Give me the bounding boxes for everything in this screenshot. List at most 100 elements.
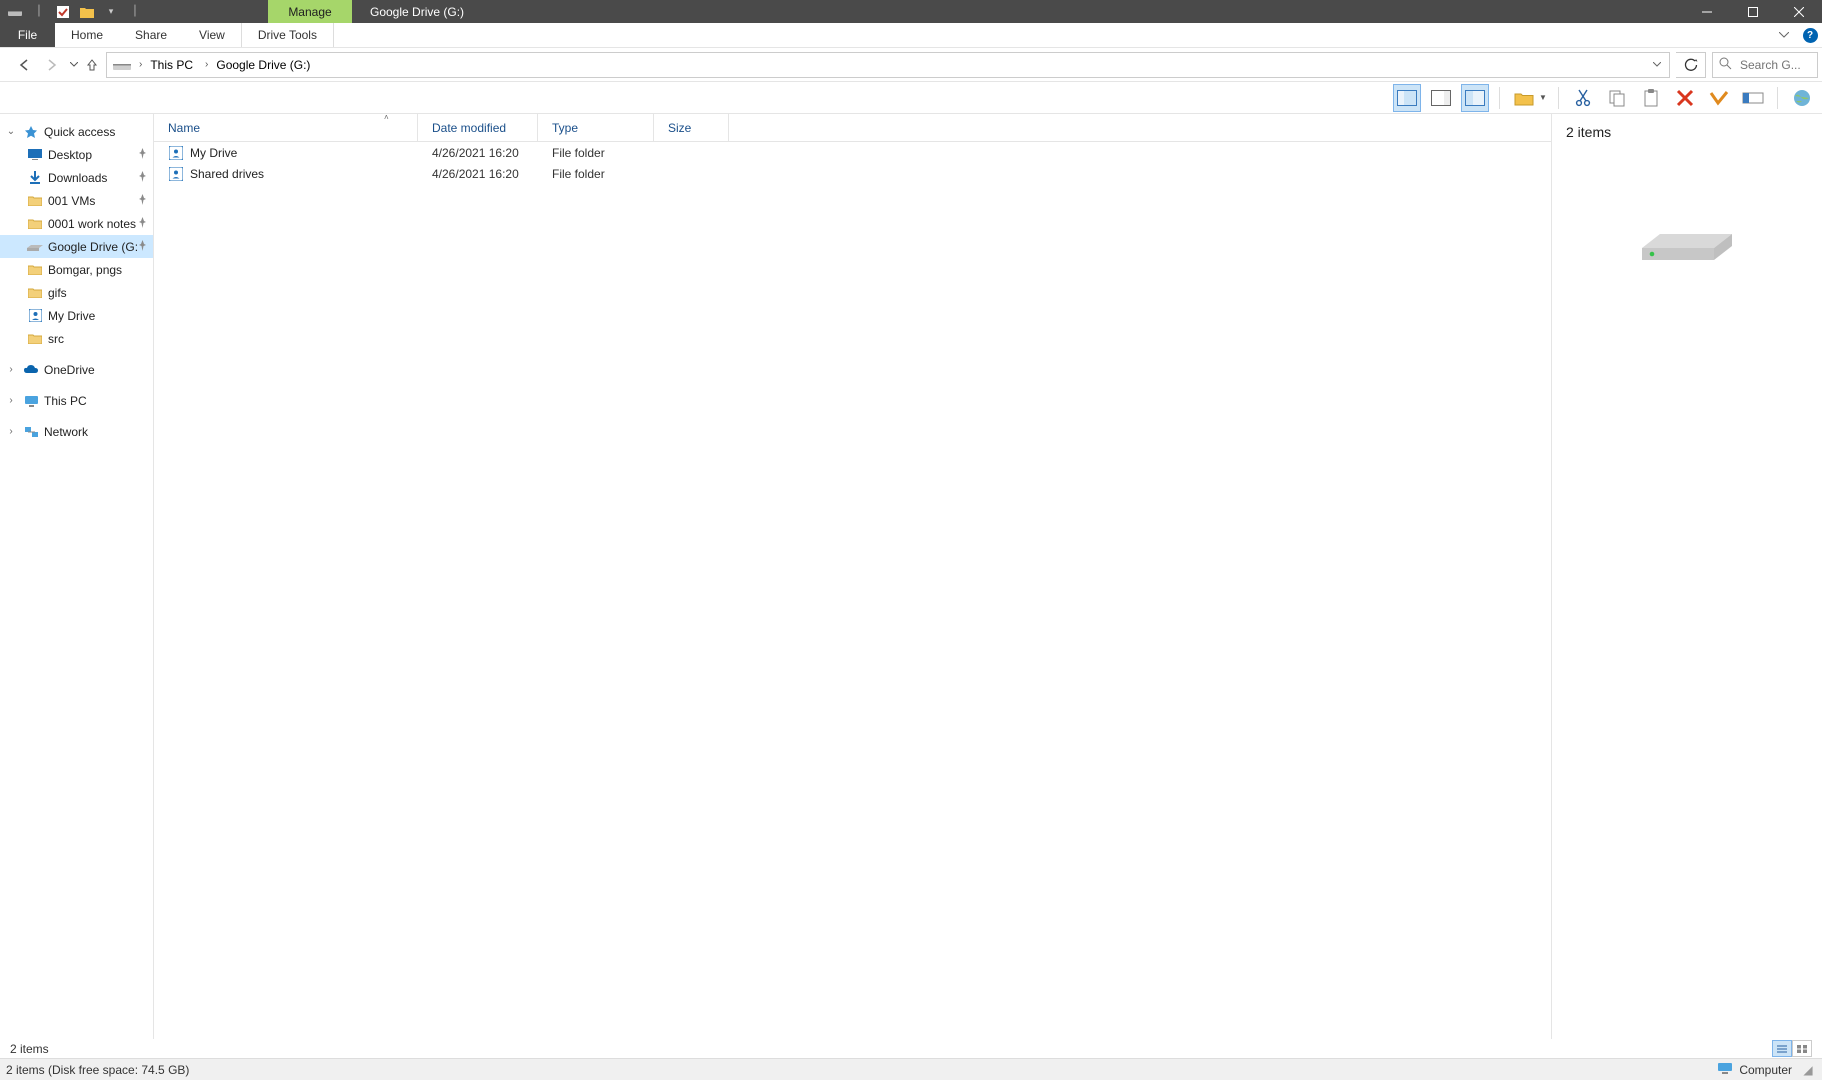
back-button[interactable]: [10, 51, 38, 79]
sidebar-item[interactable]: Bomgar, pngs: [0, 258, 153, 281]
desktop-icon: [26, 149, 44, 160]
folder-y-icon: [26, 287, 44, 298]
refresh-button[interactable]: [1676, 52, 1706, 78]
details-pane-toggle[interactable]: [1427, 84, 1455, 112]
tab-drive-tools[interactable]: Drive Tools: [242, 23, 333, 47]
status-bar: 2 items: [0, 1039, 1822, 1058]
chevron-right-icon[interactable]: ›: [133, 59, 144, 70]
navigation-tree[interactable]: ⌄ Quick access Desktop Downloads001 VMs 00…: [0, 114, 154, 1039]
undo-button[interactable]: [1739, 84, 1767, 112]
minimize-button[interactable]: [1684, 0, 1730, 23]
maximize-button[interactable]: [1730, 0, 1776, 23]
up-button[interactable]: [82, 51, 102, 79]
sidebar-item-label: Desktop: [48, 148, 92, 162]
search-box[interactable]: [1712, 52, 1818, 78]
sidebar-item[interactable]: Downloads: [0, 166, 153, 189]
column-size[interactable]: Size: [654, 114, 729, 141]
chevron-right-icon[interactable]: ›: [4, 364, 18, 375]
large-icons-view-toggle[interactable]: [1792, 1040, 1812, 1057]
table-row[interactable]: My Drive 4/26/2021 16:20File folder: [154, 142, 1551, 163]
qat-sep-icon: ⎮: [32, 5, 46, 19]
file-date: 4/26/2021 16:20: [418, 146, 538, 160]
expand-ribbon-button[interactable]: [1770, 23, 1798, 47]
file-name: My Drive: [190, 146, 237, 160]
sidebar-item[interactable]: My Drive: [0, 304, 153, 327]
folder-y-icon: [26, 218, 44, 229]
forward-button[interactable]: [38, 51, 66, 79]
contextual-tab-label[interactable]: Manage: [268, 0, 352, 23]
qat-customize-icon[interactable]: ▾: [104, 5, 118, 19]
pin-icon: [138, 148, 147, 162]
downloads-icon: [26, 171, 44, 184]
ribbon-tabs: File Home Share View Drive Tools ?: [0, 23, 1822, 47]
tab-share[interactable]: Share: [119, 23, 183, 47]
column-type[interactable]: Type: [538, 114, 654, 141]
tree-onedrive[interactable]: › OneDrive: [0, 358, 153, 381]
column-name[interactable]: Name ˄: [154, 114, 418, 141]
address-dropdown-button[interactable]: [1647, 62, 1667, 67]
file-list: Name ˄ Date modified Type Size My Drive 4…: [154, 114, 1552, 1039]
preview-pane-toggle[interactable]: [1393, 84, 1421, 112]
sidebar-item[interactable]: 0001 work notes: [0, 212, 153, 235]
tab-home[interactable]: Home: [55, 23, 119, 47]
copy-button[interactable]: [1603, 84, 1631, 112]
new-folder-button[interactable]: [1510, 84, 1538, 112]
file-name: Shared drives: [190, 167, 264, 181]
new-folder-icon[interactable]: [80, 5, 94, 19]
properties-icon[interactable]: [56, 5, 70, 19]
chevron-right-icon[interactable]: ›: [4, 426, 18, 437]
new-folder-dropdown[interactable]: ▼: [1538, 93, 1548, 102]
pin-icon: [138, 217, 147, 231]
details-view-toggle[interactable]: [1772, 1040, 1792, 1057]
column-date-modified[interactable]: Date modified: [418, 114, 538, 141]
tree-network[interactable]: › Network: [0, 420, 153, 443]
breadcrumb-this-pc[interactable]: This PC: [144, 53, 199, 77]
recent-locations-button[interactable]: [66, 51, 82, 79]
tree-quick-access[interactable]: ⌄ Quick access: [0, 120, 153, 143]
sidebar-item[interactable]: Google Drive (G:: [0, 235, 153, 258]
cloud-icon: [22, 364, 40, 375]
help-icon: ?: [1803, 28, 1818, 43]
sidebar-item-label: 0001 work notes: [48, 217, 136, 231]
chevron-right-icon[interactable]: ›: [4, 395, 18, 406]
location-indicator[interactable]: Computer: [1709, 1062, 1800, 1077]
rename-button[interactable]: [1705, 84, 1733, 112]
details-pane: 2 items: [1552, 114, 1822, 1039]
tree-label: This PC: [44, 394, 87, 408]
file-type: File folder: [538, 146, 654, 160]
disk-free-space-text: 2 items (Disk free space: 74.5 GB): [6, 1063, 189, 1077]
sidebar-item[interactable]: src: [0, 327, 153, 350]
sidebar-item[interactable]: Desktop: [0, 143, 153, 166]
sidebar-item[interactable]: gifs: [0, 281, 153, 304]
chevron-right-icon[interactable]: ›: [199, 59, 210, 70]
folder-y-icon: [26, 264, 44, 275]
close-button[interactable]: [1776, 0, 1822, 23]
cut-button[interactable]: [1569, 84, 1597, 112]
help-button[interactable]: ?: [1798, 23, 1822, 47]
tab-view[interactable]: View: [183, 23, 241, 47]
file-date: 4/26/2021 16:20: [418, 167, 538, 181]
table-row[interactable]: Shared drives 4/26/2021 16:20File folder: [154, 163, 1551, 184]
sidebar-item-label: src: [48, 332, 64, 346]
globe-icon[interactable]: [1788, 84, 1816, 112]
window-title: Google Drive (G:): [352, 0, 482, 23]
file-tab[interactable]: File: [0, 23, 55, 47]
delete-button[interactable]: [1671, 84, 1699, 112]
tree-this-pc[interactable]: › This PC: [0, 389, 153, 412]
command-bar: ▼: [0, 81, 1822, 113]
computer-icon: [22, 395, 40, 407]
gd-blue-icon: [26, 309, 44, 322]
breadcrumb-current[interactable]: Google Drive (G:): [210, 53, 316, 77]
search-input[interactable]: [1740, 58, 1811, 72]
tree-label: Network: [44, 425, 88, 439]
address-bar[interactable]: › This PC › Google Drive (G:): [106, 52, 1670, 78]
sidebar-item-label: gifs: [48, 286, 67, 300]
file-type: File folder: [538, 167, 654, 181]
star-icon: [22, 125, 40, 139]
navigation-pane-toggle[interactable]: [1461, 84, 1489, 112]
paste-button[interactable]: [1637, 84, 1665, 112]
chevron-down-icon[interactable]: ⌄: [4, 126, 18, 137]
sidebar-item[interactable]: 001 VMs: [0, 189, 153, 212]
resize-grip-icon[interactable]: ◢: [1800, 1063, 1816, 1077]
file-rows[interactable]: My Drive4/26/2021 16:20File folderShared…: [154, 142, 1551, 1039]
